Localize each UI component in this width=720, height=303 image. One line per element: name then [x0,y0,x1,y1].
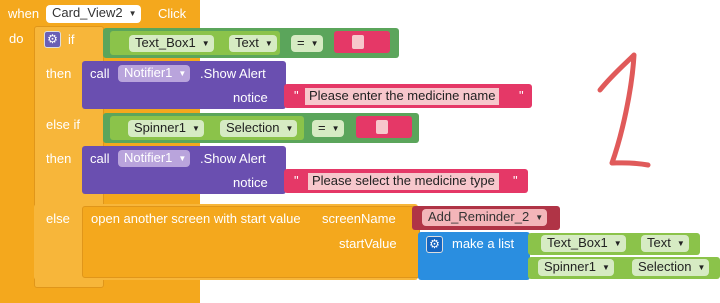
make-list-label: make a list [452,236,515,251]
chevron-down-icon: ▼ [192,124,200,133]
if-label: if [68,32,75,47]
method-label-2: .Show Alert [200,151,266,166]
chevron-down-icon: ▼ [602,263,610,272]
empty-string-field-2[interactable] [376,120,388,134]
gear-icon[interactable]: ⚙ [44,31,61,48]
chevron-down-icon: ▼ [535,213,544,222]
quote-close-1: " [519,88,524,103]
quote-close-2: " [513,173,518,188]
chevron-down-icon: ▼ [613,239,622,248]
chevron-down-icon: ▼ [264,39,273,48]
chevron-down-icon: ▼ [201,39,210,48]
chevron-down-icon: ▼ [128,9,137,18]
component-dropdown-card-view2[interactable]: Card_View2 ▼ [46,5,141,23]
screen-name-dropdown[interactable]: Add_Reminder_2 ▼ [422,209,548,226]
property-dropdown-selection[interactable]: Selection ▼ [220,120,298,137]
elseif-label: else if [46,117,80,132]
component-dropdown-spinner1[interactable]: Spinner1 ▼ [128,120,204,137]
component-dropdown-notifier1[interactable]: Notifier1 ▼ [118,65,191,82]
chevron-down-icon: ▼ [178,154,187,163]
annotation-text: 1 [570,45,571,46]
list-component-spinner1[interactable]: Spinner1 ▼ [538,259,614,276]
event-name-label: Click [158,6,187,21]
message-text-1[interactable]: Please enter the medicine name [305,88,500,105]
list-property-text[interactable]: Text ▼ [641,235,689,252]
open-screen-label: open another screen with start value [91,211,301,226]
when-label: when [8,6,40,21]
chevron-down-icon: ▼ [676,239,685,248]
chevron-down-icon: ▼ [331,124,340,133]
quote-open-2: " [294,173,299,188]
operator-dropdown-2[interactable]: = ▼ [312,120,344,137]
component-dropdown-notifier1-2[interactable]: Notifier1 ▼ [118,150,191,167]
empty-string-field-1[interactable] [352,35,364,49]
start-value-param: startValue [339,236,397,251]
then-label: then [46,66,72,81]
call-label-1: call [90,66,110,81]
chevron-down-icon: ▼ [697,263,706,272]
param-label-notice-2: notice [233,175,268,190]
gear-icon-list[interactable]: ⚙ [426,236,443,253]
call-label-2: call [90,151,110,166]
screen-name-param: screenName [322,211,396,226]
list-component-text-box1[interactable]: Text_Box1 ▼ [541,235,626,252]
quote-open-1: " [294,88,299,103]
then-label-2: then [46,151,72,166]
else-label: else [46,211,70,226]
handwritten-annotation: 1 [570,45,651,168]
do-label: do [9,31,24,46]
message-text-2[interactable]: Please select the medicine type [308,173,499,190]
param-label-notice-1: notice [233,90,268,105]
operator-dropdown-1[interactable]: = ▼ [291,35,323,52]
event-bottom-tab [0,290,200,303]
method-label-1: .Show Alert [200,66,266,81]
component-dropdown-text-box1[interactable]: Text_Box1 ▼ [129,35,214,52]
list-property-selection[interactable]: Selection ▼ [632,259,710,276]
property-dropdown-text[interactable]: Text ▼ [229,35,277,52]
chevron-down-icon: ▼ [310,39,319,48]
chevron-down-icon: ▼ [178,69,187,78]
chevron-down-icon: ▼ [285,124,294,133]
annotation-stroke [597,52,651,168]
